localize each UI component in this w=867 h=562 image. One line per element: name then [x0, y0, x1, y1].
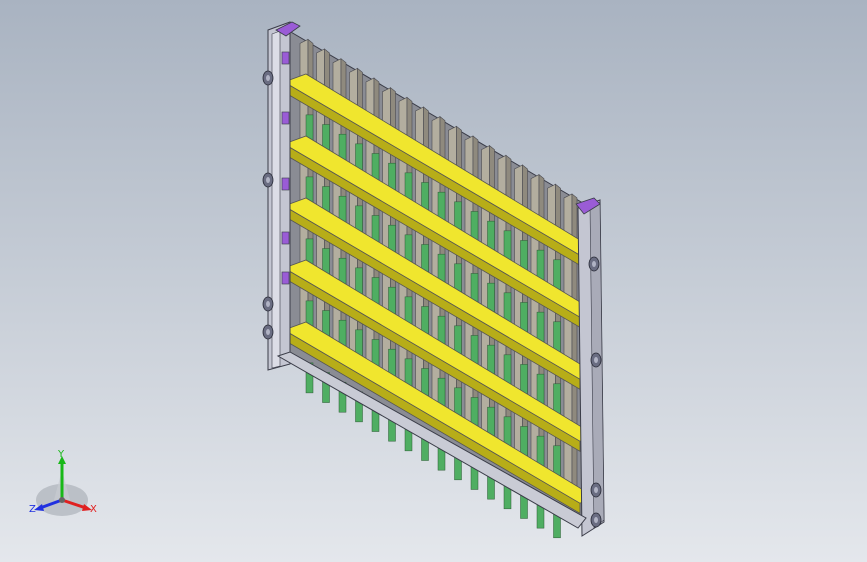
triad-origin [59, 497, 65, 503]
slat [553, 259, 561, 291]
slat [536, 435, 545, 467]
purple-clip [281, 177, 290, 191]
bolt-center [266, 75, 270, 81]
coordinate-triad: Y Z X [22, 448, 112, 528]
slat [536, 311, 545, 343]
purple-clip [281, 51, 290, 65]
cad-model-view[interactable] [0, 0, 867, 562]
slat [520, 240, 528, 271]
bolt-center [594, 357, 598, 363]
purple-clip [281, 231, 290, 245]
left-frame-face [271, 30, 281, 369]
bolt-center [594, 517, 598, 523]
slat [520, 364, 528, 395]
bolt-center [266, 329, 270, 335]
slat [536, 373, 545, 405]
slat [553, 321, 561, 353]
purple-clip [281, 271, 290, 285]
graphics-viewport[interactable]: Y Z X [0, 0, 867, 562]
bolt-center [594, 487, 598, 493]
slat [536, 249, 545, 281]
slat [553, 445, 561, 477]
purple-clip [281, 111, 290, 125]
z-axis-label: Z [29, 504, 36, 515]
bolt-center [592, 261, 596, 267]
slat [520, 426, 528, 457]
x-axis-label: X [90, 504, 97, 515]
slat [553, 383, 561, 415]
slat [520, 302, 528, 333]
triad-graphic [34, 456, 92, 516]
bolt-center [266, 301, 270, 307]
y-axis-label: Y [58, 449, 65, 460]
bolt-center [266, 177, 270, 183]
